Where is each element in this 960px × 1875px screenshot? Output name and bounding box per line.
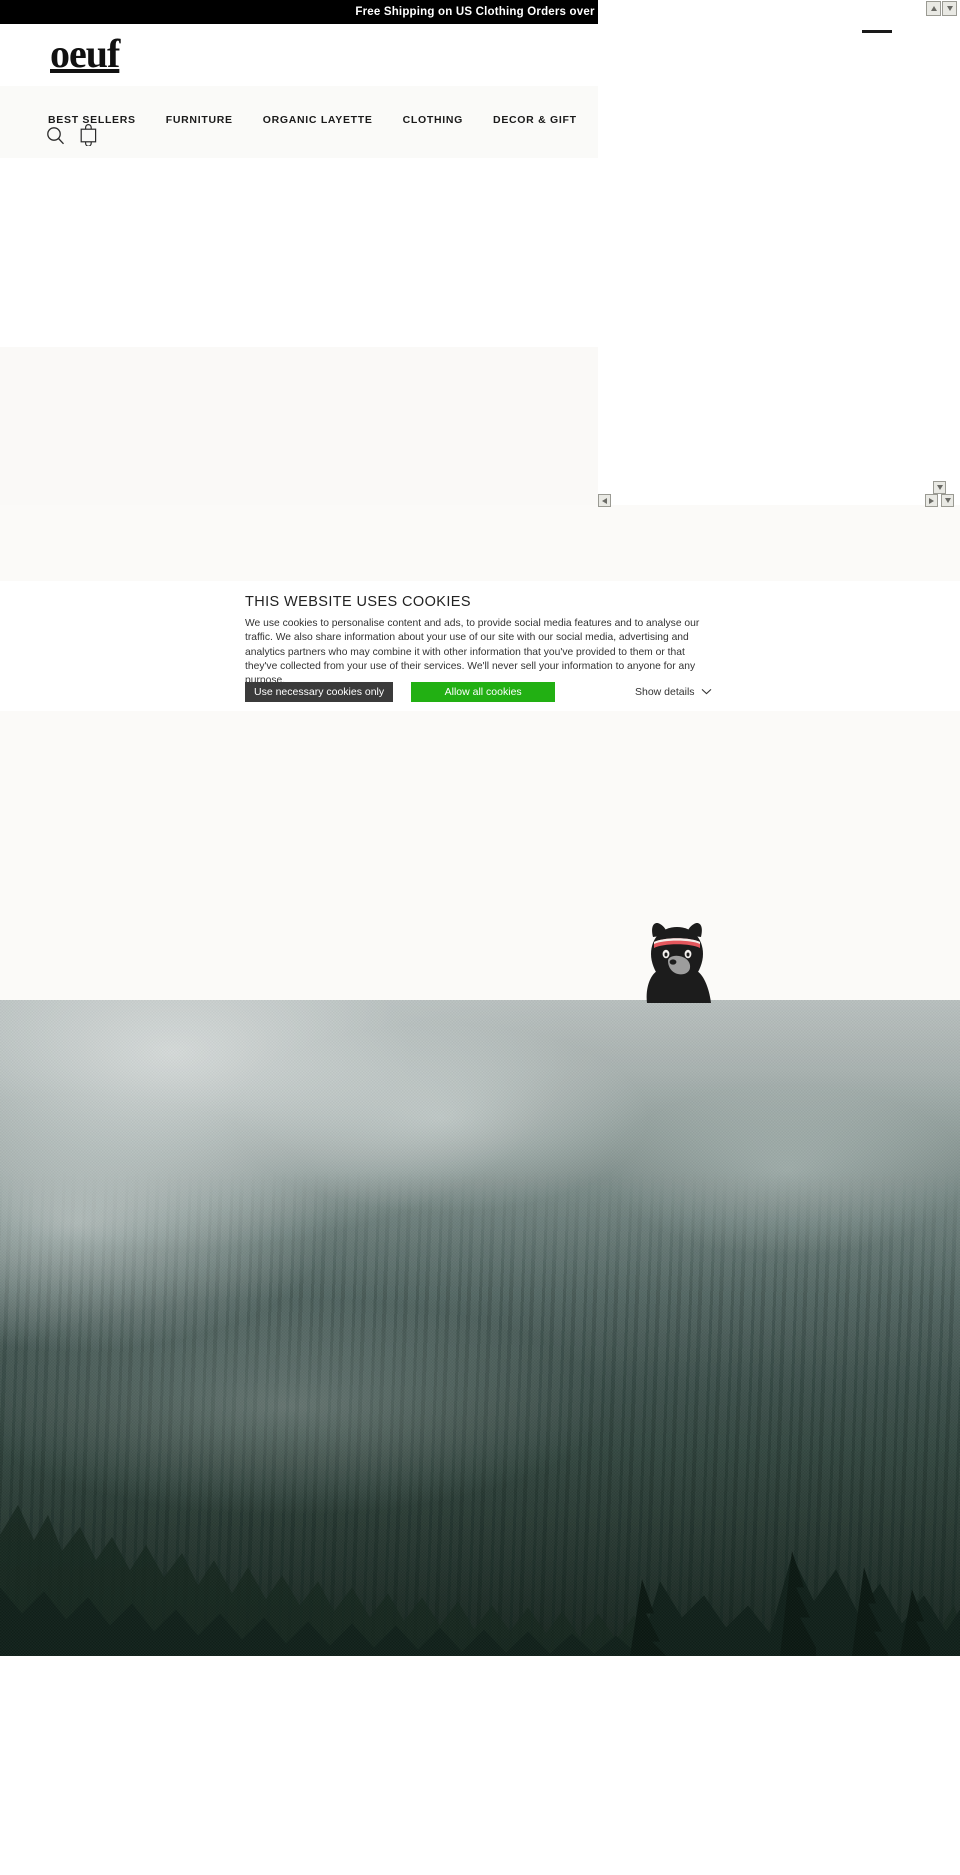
site-logo[interactable]: oeuf bbox=[50, 34, 120, 74]
cookie-consent-banner: THIS WEBSITE USES COOKIES We use cookies… bbox=[0, 581, 960, 711]
scrollbar-arrow-down-corner[interactable] bbox=[941, 494, 954, 507]
nav-icon-group bbox=[46, 124, 97, 147]
nav-item-clothing[interactable]: CLOTHING bbox=[403, 110, 463, 128]
page-root: Free Shipping on US Clothing Orders over… bbox=[0, 0, 960, 1875]
bear-mascot bbox=[633, 915, 721, 1003]
nav-link-label[interactable]: ORGANIC LAYETTE bbox=[263, 114, 373, 126]
show-details-toggle[interactable]: Show details bbox=[635, 686, 712, 698]
search-icon[interactable] bbox=[46, 126, 65, 145]
nav-item-furniture[interactable]: FURNITURE bbox=[166, 110, 233, 128]
show-details-label: Show details bbox=[635, 686, 695, 698]
use-necessary-cookies-button[interactable]: Use necessary cookies only bbox=[245, 682, 394, 702]
scrollbar-arrow-right[interactable] bbox=[925, 494, 938, 507]
chevron-down-icon bbox=[701, 686, 712, 698]
forest-grain-overlay bbox=[0, 1000, 960, 1656]
scrollbar-arrow-up-corner[interactable] bbox=[933, 481, 946, 494]
misty-forest-photo bbox=[0, 1000, 960, 1656]
slideout-menu-panel: MENU BEST SELLERS FURNITURE ORGANIC LAYE… bbox=[598, 0, 960, 505]
scrollbar-arrow-up[interactable] bbox=[926, 1, 941, 16]
nav-link-label[interactable]: CLOTHING bbox=[403, 114, 463, 126]
scrollbar-arrow-left[interactable] bbox=[598, 494, 611, 507]
menu-bar-icon[interactable] bbox=[862, 30, 892, 33]
content-strip-lower bbox=[0, 715, 960, 1000]
cookie-banner-body: We use cookies to personalise content an… bbox=[245, 618, 700, 687]
promo-text: Free Shipping on US Clothing Orders over… bbox=[355, 6, 605, 18]
cookie-banner-title: THIS WEBSITE USES COOKIES bbox=[245, 594, 471, 610]
cookie-banner-actions: Use necessary cookies only Allow all coo… bbox=[245, 682, 715, 702]
nav-link-label[interactable]: FURNITURE bbox=[166, 114, 233, 126]
scrollbar-arrow-down[interactable] bbox=[942, 1, 957, 16]
allow-all-cookies-button[interactable]: Allow all cookies bbox=[411, 682, 556, 702]
nav-item-decor-gift[interactable]: DECOR & GIFT bbox=[493, 110, 577, 128]
cart-icon[interactable] bbox=[80, 124, 97, 147]
nav-item-organic-layette[interactable]: ORGANIC LAYETTE bbox=[263, 110, 373, 128]
cookie-banner-content: THIS WEBSITE USES COOKIES We use cookies… bbox=[245, 594, 715, 688]
nav-link-label[interactable]: DECOR & GIFT bbox=[493, 114, 577, 126]
